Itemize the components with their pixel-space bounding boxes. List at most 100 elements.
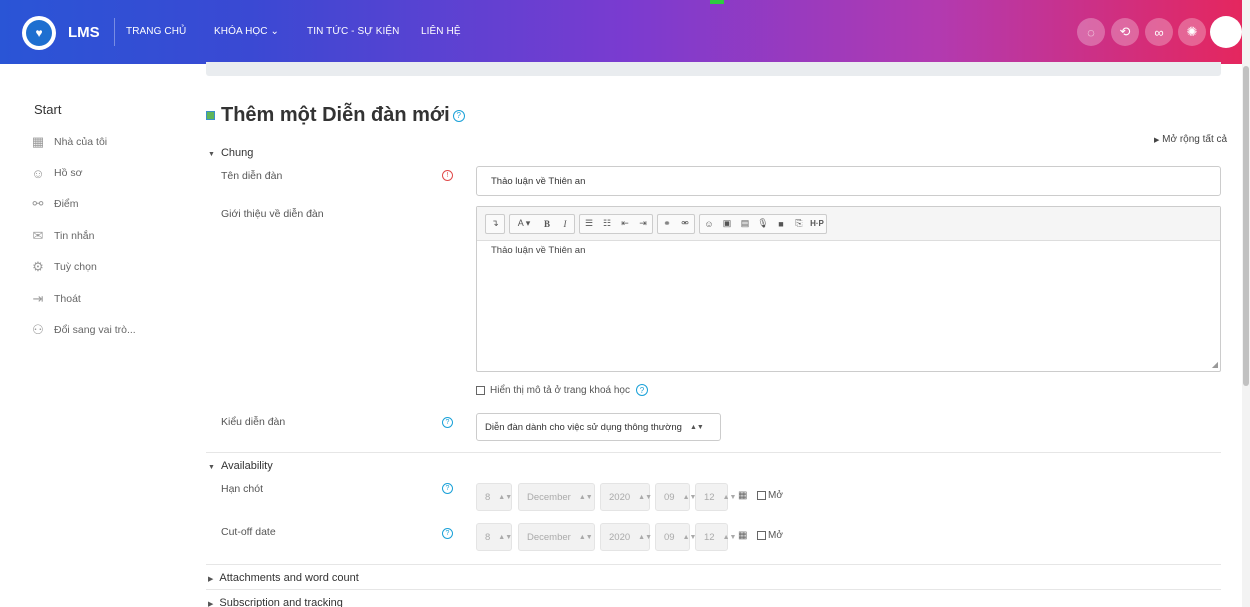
caret-right-icon: ▶ (208, 576, 214, 583)
sidebar-item-preferences[interactable]: ⚙ Tuỳ chọn (30, 259, 97, 275)
show-more-buttons-icon[interactable]: ↴ (486, 215, 504, 233)
sidebar-item-messages[interactable]: ✉ Tin nhắn (30, 228, 95, 244)
nav-courses[interactable]: KHÓA HỌC ⌄ (214, 26, 279, 37)
sidebar-item-label: Tin nhắn (54, 230, 95, 242)
scrollbar-thumb[interactable] (1243, 66, 1249, 386)
sidebar-item-switch-role[interactable]: ⚇ Đổi sang vai trò... (30, 322, 136, 338)
forum-name-label: Tên diễn đàn (221, 170, 283, 182)
brand-name[interactable]: LMS (68, 24, 100, 41)
due-hour-select[interactable]: 09 ▲▼ (655, 483, 696, 511)
sidebar-item-label: Thoát (54, 293, 81, 305)
cutoff-year-value: 2020 (609, 531, 631, 543)
link-icon[interactable]: ⚭ (658, 215, 676, 233)
nav-home[interactable]: TRANG CHỦ (126, 26, 186, 37)
select-arrows-icon: ▲▼ (638, 493, 652, 501)
due-month-select[interactable]: December ▲▼ (518, 483, 595, 511)
due-minute-select[interactable]: 12 ▲▼ (695, 483, 736, 511)
nav-contact[interactable]: LIÊN HỆ (421, 26, 461, 37)
section-attachments-toggle[interactable]: ▶ Attachments and word count (208, 572, 359, 584)
show-description-checkbox[interactable]: Hiển thị mô tả ở trang khoá học ? (476, 384, 648, 396)
page-title: Thêm một Diễn đàn mới ? (206, 104, 465, 127)
sidebar-item-profile[interactable]: ☺ Hồ sơ (30, 165, 82, 181)
page-title-text: Thêm một Diễn đàn mới (221, 104, 450, 126)
italic-icon[interactable]: I (556, 215, 574, 233)
sidebar-item-grades[interactable]: ⚯ Điểm (30, 196, 79, 212)
top-accent-line (710, 0, 724, 4)
due-year-select[interactable]: 2020 ▲▼ (600, 483, 652, 511)
due-day-select[interactable]: 8 ▲▼ (476, 483, 512, 511)
nav-news-events[interactable]: TIN TỨC - SỰ KIỆN (307, 26, 400, 37)
gear-icon[interactable]: ✺ (1178, 18, 1206, 46)
forum-intro-editor[interactable]: ↴ A ▾ B I ☰ ☷ ⇤ ⇥ ⚭ ⚮ ☺ ▣ ▤ 🎙︎ ■ ⎘ H·P T… (476, 206, 1221, 372)
enable-label: Mở (768, 530, 783, 541)
site-logo[interactable]: ♥ (22, 16, 56, 50)
editor-content[interactable]: Thảo luận về Thiên an (477, 241, 1220, 260)
sidebar-item-label: Tuỳ chọn (54, 261, 97, 273)
sidebar-item-home[interactable]: ▦ Nhà của tôi (30, 134, 107, 150)
section-availability-toggle[interactable]: ▼ Availability (208, 460, 273, 472)
cutoff-minute-value: 12 (704, 531, 715, 543)
section-general-heading: Chung (220, 147, 254, 159)
record-video-icon[interactable]: ■ (772, 215, 790, 233)
forum-type-value: Diễn đàn dành cho việc sử dụng thông thư… (485, 421, 682, 433)
editor-toolbar: ↴ A ▾ B I ☰ ☷ ⇤ ⇥ ⚭ ⚮ ☺ ▣ ▤ 🎙︎ ■ ⎘ H·P (477, 207, 1220, 241)
due-date-label: Hạn chót (221, 483, 264, 495)
select-arrows-icon: ▲▼ (689, 423, 704, 431)
dashboard-icon: ▦ (31, 134, 45, 149)
cutoff-day-select[interactable]: 8 ▲▼ (476, 523, 512, 551)
due-minute-value: 12 (704, 491, 715, 503)
select-arrows-icon: ▲▼ (722, 533, 737, 541)
calendar-icon[interactable]: ▦ (738, 530, 747, 541)
select-arrows-icon: ▲▼ (578, 493, 593, 501)
checkbox-icon[interactable] (476, 385, 485, 395)
image-icon[interactable]: ▣ (718, 215, 736, 233)
sidebar-item-label: Đổi sang vai trò... (54, 324, 136, 336)
cutoff-enable-checkbox[interactable]: Mở (757, 530, 783, 541)
sidebar-item-logout[interactable]: ⇥ Thoát (30, 291, 81, 307)
record-audio-icon[interactable]: 🎙︎ (754, 215, 772, 233)
section-subscription-heading: Subscription and tracking (219, 597, 343, 607)
help-icon[interactable]: ? (452, 109, 465, 122)
forum-name-input[interactable]: Thảo luận về Thiên an (476, 166, 1221, 196)
switch-role-icon: ⚇ (32, 322, 44, 337)
caret-right-icon: ▶ (208, 601, 214, 607)
cutoff-minute-select[interactable]: 12 ▲▼ (695, 523, 736, 551)
help-icon[interactable]: ? (442, 417, 453, 428)
cutoff-month-select[interactable]: December ▲▼ (518, 523, 595, 551)
toolbar-group-media: ☺ ▣ ▤ 🎙︎ ■ ⎘ H·P (699, 213, 827, 234)
forum-type-select[interactable]: Diễn đàn dành cho việc sử dụng thông thư… (476, 413, 721, 441)
checkbox-icon[interactable] (757, 531, 766, 540)
forum-type-label: Kiểu diễn đàn (221, 416, 286, 428)
unordered-list-icon[interactable]: ☰ (580, 215, 598, 233)
h5p-icon[interactable]: H·P (808, 215, 826, 233)
help-icon[interactable]: ? (635, 384, 648, 396)
cutoff-hour-select[interactable]: 09 ▲▼ (655, 523, 696, 551)
ordered-list-icon[interactable]: ☷ (598, 215, 616, 233)
indent-icon[interactable]: ⇥ (634, 215, 652, 233)
unlink-icon[interactable]: ⚮ (676, 215, 694, 233)
manage-files-icon[interactable]: ⎘ (790, 215, 808, 233)
resize-handle-icon[interactable]: ◢ (1212, 360, 1218, 369)
outdent-icon[interactable]: ⇤ (616, 215, 634, 233)
section-subscription-toggle[interactable]: ▶ Subscription and tracking (208, 597, 343, 607)
section-general-toggle[interactable]: ▼ Chung (208, 147, 253, 159)
due-enable-checkbox[interactable]: Mở (757, 490, 783, 501)
toolbar-group-links: ⚭ ⚮ (657, 213, 695, 234)
due-year-value: 2020 (609, 491, 631, 503)
paragraph-style-icon[interactable]: A ▾ (510, 215, 538, 233)
eye-slash-icon[interactable]: ◌ (1077, 18, 1105, 46)
cutoff-year-select[interactable]: 2020 ▲▼ (600, 523, 652, 551)
calendar-icon[interactable]: ▦ (738, 490, 747, 501)
help-icon[interactable]: ? (442, 483, 453, 494)
bold-icon[interactable]: B (538, 215, 556, 233)
recycle-icon[interactable]: ⟲ (1111, 18, 1139, 46)
link-icon[interactable]: ∞ (1145, 18, 1173, 46)
checkbox-icon[interactable] (757, 491, 766, 500)
emoticon-icon[interactable]: ☺ (700, 215, 718, 233)
help-icon[interactable]: ? (442, 528, 453, 539)
select-arrows-icon: ▲▼ (638, 533, 652, 541)
media-icon[interactable]: ▤ (736, 215, 754, 233)
settings-icon: ⚙ (32, 259, 44, 274)
expand-all-link[interactable]: ▶ Mở rộng tất cả (1154, 134, 1227, 145)
user-avatar[interactable] (1210, 16, 1242, 48)
